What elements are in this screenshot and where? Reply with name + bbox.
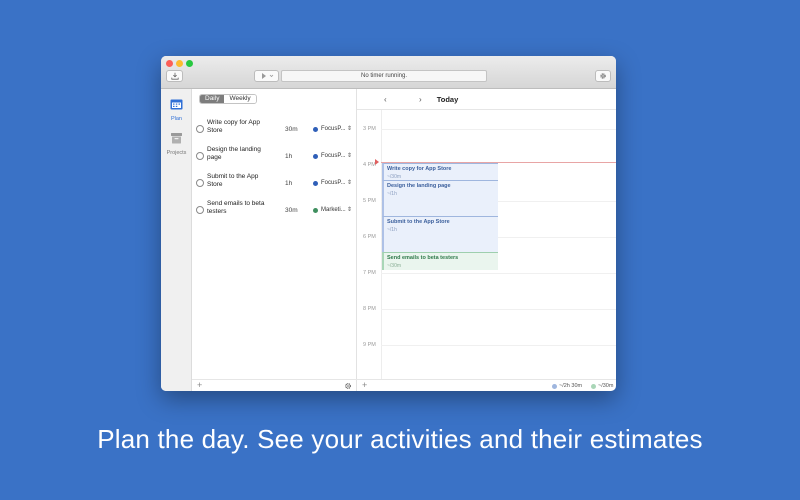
play-icon [261, 73, 273, 79]
task-title: Design the landing page [207, 146, 261, 161]
sidebar-item-label: Plan [170, 116, 182, 122]
task-checkbox[interactable] [196, 125, 204, 133]
sidebar-item-projects[interactable]: Projects [161, 131, 192, 156]
sidebar-item-label: Projects [166, 150, 187, 156]
hour-label: 7 PM [363, 270, 376, 276]
event-title: Write copy for App Store [387, 166, 452, 172]
start-timer-button[interactable] [254, 70, 279, 82]
summary-dot [552, 383, 557, 389]
tab-weekly[interactable]: Weekly [224, 95, 256, 103]
toolbar: No timer running. [161, 56, 616, 89]
hour-gridline [381, 273, 616, 274]
calendar-event[interactable]: Send emails to beta testers ~/30m [382, 252, 498, 270]
close-window-button[interactable] [166, 60, 173, 67]
sidebar: Plan Projects [161, 89, 192, 391]
summary-total: ~/30m [591, 383, 613, 389]
task-title: Submit to the App Store [207, 173, 259, 188]
tab-daily[interactable]: Daily [200, 95, 225, 103]
calendar-header: ‹ Today › [357, 89, 616, 110]
event-title: Submit to the App Store [387, 219, 450, 225]
marketing-caption: Plan the day. See your activities and th… [97, 424, 703, 454]
task-list-panel: Daily Weekly Write copy for App Store 30… [192, 89, 357, 391]
calendar-title: Today [436, 95, 459, 104]
hour-label: 8 PM [363, 306, 376, 312]
task-estimate[interactable]: 1h [285, 153, 292, 160]
add-task-icon[interactable]: + [197, 380, 202, 390]
summary-dot [591, 383, 596, 389]
task-estimate[interactable]: 30m [285, 207, 298, 214]
calendar-icon [170, 99, 183, 110]
calendar-event[interactable]: Submit to the App Store ~/1h [382, 216, 498, 252]
summary-total: ~/2h 30m [552, 383, 582, 389]
sidebar-item-plan[interactable]: Plan [161, 97, 192, 122]
minimize-window-button[interactable] [176, 60, 183, 67]
up-down-chevron-icon[interactable]: ⇕ [347, 179, 352, 186]
task-row[interactable]: Send emails to beta testers 30m Marketi.… [192, 198, 357, 224]
calendar-panel: ‹ Today › 3 PM 4 PM 5 PM 6 PM 7 PM 8 PM … [357, 89, 616, 391]
hour-label: 9 PM [363, 342, 376, 348]
event-title: Design the landing page [387, 183, 451, 189]
task-title: Send emails to beta testers [207, 200, 265, 215]
task-checkbox[interactable] [196, 179, 204, 187]
settings-button[interactable] [595, 70, 611, 82]
gear-icon[interactable] [344, 382, 352, 390]
chevron-right-icon[interactable]: › [419, 95, 422, 104]
task-row[interactable]: Submit to the App Store 1h FocusP... ⇕ [192, 171, 357, 197]
calendar-event[interactable]: Design the landing page ~/1h [382, 180, 498, 216]
up-down-chevron-icon[interactable]: ⇕ [347, 152, 352, 159]
event-estimate: ~/1h [387, 191, 397, 197]
task-checkbox[interactable] [196, 152, 204, 160]
add-event-icon[interactable]: + [362, 380, 367, 390]
view-toggle: Daily Weekly [199, 94, 257, 104]
timer-status: No timer running. [281, 70, 487, 82]
hour-label: 3 PM [363, 126, 376, 132]
task-project[interactable]: FocusP... [321, 126, 346, 132]
task-project[interactable]: FocusP... [321, 180, 346, 186]
hour-label: 6 PM [363, 234, 376, 240]
task-row[interactable]: Design the landing page 1h FocusP... ⇕ [192, 144, 357, 170]
project-color-dot [313, 154, 318, 159]
up-down-chevron-icon[interactable]: ⇕ [347, 125, 352, 132]
hour-gridline [381, 129, 616, 130]
calendar-footer: + ~/2h 30m ~/30m [357, 379, 616, 391]
event-estimate: ~/30m [387, 263, 402, 269]
gear-icon [600, 73, 606, 79]
task-estimate[interactable]: 1h [285, 180, 292, 187]
app-window: No timer running. Plan Projects Daily We… [161, 56, 616, 391]
hour-label: 5 PM [363, 198, 376, 204]
hour-gridline [381, 345, 616, 346]
current-time-marker [375, 159, 379, 165]
event-estimate: ~/1h [387, 227, 397, 233]
project-color-dot [313, 208, 318, 213]
task-checkbox[interactable] [196, 206, 204, 214]
download-icon [170, 72, 179, 80]
summary-value: ~/2h 30m [559, 383, 583, 389]
task-row[interactable]: Write copy for App Store 30m FocusP... ⇕ [192, 117, 357, 143]
chevron-left-icon[interactable]: ‹ [384, 95, 387, 104]
project-color-dot [313, 127, 318, 132]
summary-value: ~/30m [598, 383, 614, 389]
task-project[interactable]: Marketi... [321, 207, 346, 213]
zoom-window-button[interactable] [186, 60, 193, 67]
task-estimate[interactable]: 30m [285, 126, 298, 133]
archive-box-icon [171, 133, 182, 144]
task-title: Write copy for App Store [207, 119, 260, 134]
event-title: Send emails to beta testers [387, 255, 459, 261]
task-project[interactable]: FocusP... [321, 153, 346, 159]
download-button[interactable] [166, 70, 183, 82]
hour-label: 4 PM [363, 162, 376, 168]
project-color-dot [313, 181, 318, 186]
up-down-chevron-icon[interactable]: ⇕ [347, 206, 352, 213]
task-list-footer: + [192, 379, 357, 391]
calendar-event[interactable]: Write copy for App Store ~/30m [382, 163, 498, 180]
hour-gridline [381, 309, 616, 310]
